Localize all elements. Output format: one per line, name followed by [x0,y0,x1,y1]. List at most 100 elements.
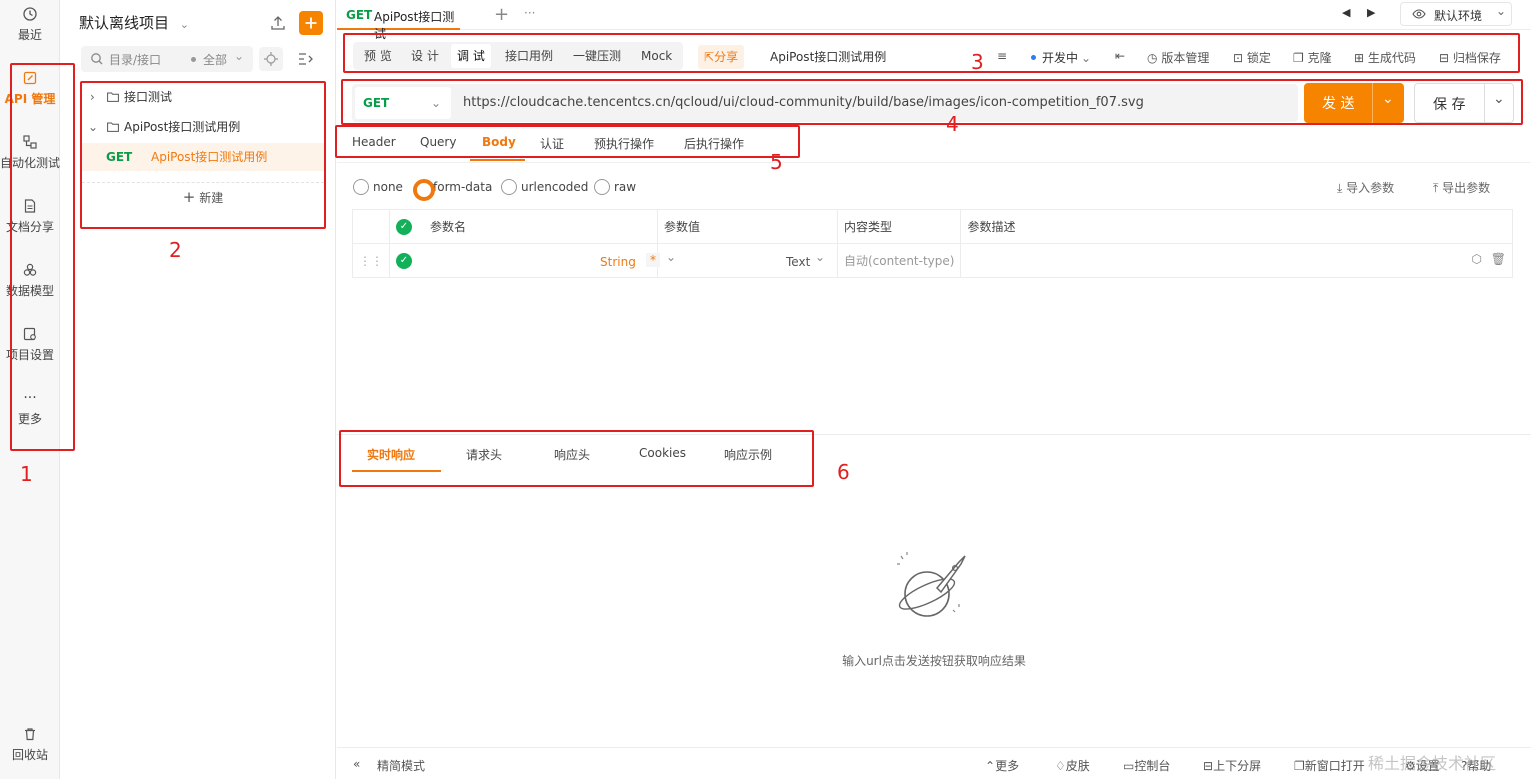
upload-icon [271,16,285,30]
chevron-down-icon: ⌄ [179,18,190,31]
check-all-icon[interactable]: ✓ [396,219,412,236]
annotation-box-1 [10,63,75,451]
env-selector[interactable]: 默认环境 ⌄ [1400,2,1512,26]
chevron-down-icon: ⌄ [234,49,245,63]
param-name-title: 参数名 [430,219,467,234]
watermark: 稀土掘金技术社区 [1368,754,1497,773]
skin-button[interactable]: ♢皮肤 [1055,757,1090,774]
filter-select[interactable]: 全部 [203,51,227,68]
project-selector[interactable]: 默认离线项目 ⌄ [79,12,189,33]
eye-icon [1412,9,1426,19]
annotation-box-5 [335,125,800,158]
simple-mode-toggle[interactable]: 精简模式 [377,757,425,774]
radio-raw[interactable]: raw [594,178,636,196]
rail-recycle-label: 回收站 [11,748,48,762]
search-input[interactable]: 目录/接口 [109,51,161,68]
radio-form-data[interactable]: form-data [413,178,492,201]
project-title: 默认离线项目 [79,14,170,32]
chevron-up-icon: ⌃ [985,759,996,773]
param-value-header: 参数值 [657,209,838,244]
annotation-number-1: 1 [20,462,33,486]
prev-tab-icon[interactable]: ◀ [1342,6,1350,19]
trash-icon [25,728,35,741]
shirt-icon: ♢ [1055,759,1066,773]
annotation-box-3 [343,33,1520,73]
filter-dot-icon [191,57,196,62]
annotation-number-2: 2 [169,238,182,262]
clock-icon [23,7,37,21]
subtab-divider [337,162,1531,163]
add-button[interactable] [299,11,323,35]
annotation-box-6 [339,430,814,487]
window-icon: ❐ [1294,759,1305,773]
table-header-row: ✓ 参数名 参数值 内容类型 参数描述 [352,209,1513,244]
empty-response-text: 输入url点击发送按钮获取响应结果 [842,654,1026,668]
locate-button[interactable] [259,47,283,71]
table-row: ⋮⋮ ✓ String * ⌄ Text ⌄ 自动(content-type) … [352,243,1513,278]
rail-recycle-bin[interactable]: 回收站 [0,726,60,763]
subtab-underline [470,159,525,161]
annotation-number-6: 6 [837,460,850,484]
download-icon: ⤓ [1337,181,1343,195]
plus-icon [305,17,317,29]
console-icon: ▭ [1123,759,1135,773]
status-bar: « 精简模式 ⌃更多 ♢皮肤 ▭控制台 ⊟上下分屏 ❐新窗口打开 ⚙设置 ?帮助… [337,747,1531,779]
statusbar-item-label: 新窗口打开 [1304,759,1365,773]
export-params-button[interactable]: ⤒ 导出参数 [1433,179,1490,196]
tab-method: GET [346,8,373,22]
statusbar-item-label: 更多 [995,759,1020,773]
statusbar-item-label: 控制台 [1134,759,1171,773]
param-desc-cell[interactable]: ⬡ 🗑 [960,243,1513,278]
import-params-label: 导入参数 [1346,181,1395,195]
tab-bar: GET ApiPost接口测试 + ··· ◀ ▶ 默认环境 ⌄ [337,0,1531,41]
param-desc-header: 参数描述 [960,209,1513,244]
statusbar-item-label: 皮肤 [1065,759,1090,773]
collapse-double-icon[interactable]: « [353,757,360,771]
tab-active[interactable]: GET ApiPost接口测试 [337,0,460,41]
collapse-icon [299,53,313,65]
chevron-down-icon: ⌄ [815,250,826,264]
split-button[interactable]: ⊟上下分屏 [1203,757,1261,774]
env-label: 默认环境 [1434,9,1483,23]
next-tab-icon[interactable]: ▶ [1367,6,1375,19]
more-button[interactable]: ⌃更多 [985,757,1019,774]
tree-search[interactable]: 目录/接口 全部 ⌄ [81,46,253,72]
chevron-down-icon: ⌄ [1496,4,1507,18]
rail-recent-label: 最近 [17,28,42,42]
delete-icon[interactable]: 🗑 [1491,252,1506,266]
annotation-box-4 [341,79,1523,125]
annotation-number-4: 4 [946,112,959,136]
check-icon[interactable]: ✓ [396,252,412,269]
export-params-label: 导出参数 [1442,181,1491,195]
split-icon: ⊟ [1203,759,1214,773]
annotation-box-2 [80,81,326,229]
rail-recent[interactable]: 最近 [0,6,60,43]
param-name-cell[interactable]: ✓ String * ⌄ [389,243,676,278]
param-value-cell[interactable]: Text ⌄ [657,243,838,278]
upload-icon: ⤒ [1433,181,1439,195]
tab-more-button[interactable]: ··· [524,6,535,20]
drag-handle-icon[interactable]: ⋮⋮ [352,243,390,278]
statusbar-item-label: 上下分屏 [1213,759,1262,773]
annotation-number-3: 3 [971,50,984,74]
new-tab-button[interactable]: + [494,4,509,25]
radio-none[interactable]: none [353,178,403,196]
content-type-cell[interactable]: 自动(content-type) [836,243,962,278]
console-button[interactable]: ▭控制台 [1123,757,1170,774]
cube-icon[interactable]: ⬡ [1472,252,1482,266]
search-icon [91,53,103,65]
drag-col [352,209,390,244]
params-table: ✓ 参数名 参数值 内容类型 参数描述 ⋮⋮ ✓ String * ⌄ Text … [352,209,1513,278]
target-icon [264,52,278,66]
radio-urlencoded[interactable]: urlencoded [501,178,588,196]
new-window-button[interactable]: ❐新窗口打开 [1294,757,1365,774]
collapse-button[interactable] [294,47,318,71]
value-type-select[interactable]: Text [786,255,810,269]
import-button[interactable] [266,11,290,35]
import-params-button[interactable]: ⤓ 导入参数 [1337,179,1394,196]
annotation-number-5: 5 [770,150,783,174]
rocket-planet-icon [897,552,966,617]
content-type-header: 内容类型 [836,209,962,244]
param-name-header: ✓ 参数名 [389,209,658,244]
type-select[interactable]: String [600,255,636,269]
